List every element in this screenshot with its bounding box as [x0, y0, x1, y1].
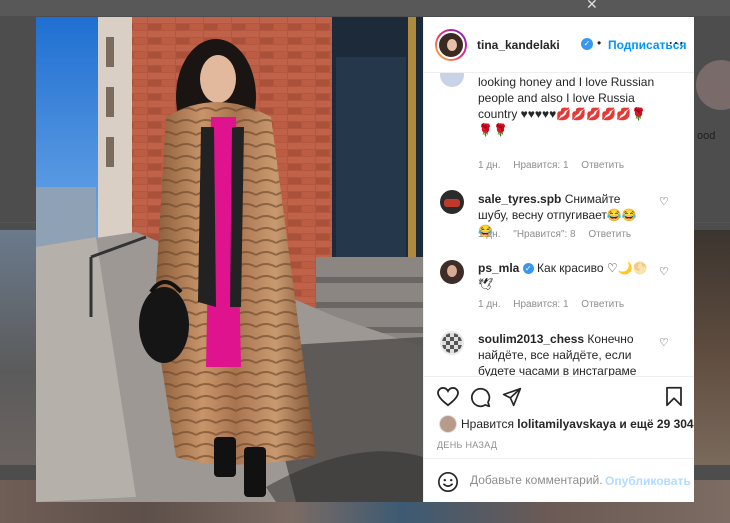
comment-avatar[interactable]	[440, 73, 464, 87]
emoji-icon[interactable]	[437, 471, 459, 493]
header-separator: •	[597, 36, 602, 50]
post-sidebar: tina_kandelaki ✓ • Подписаться ⋯ looking…	[423, 17, 694, 502]
background-post-thumbnail[interactable]	[693, 230, 730, 465]
comment-likes[interactable]: Нравится: 1	[513, 299, 568, 310]
comments-list[interactable]: looking honey and I love Russian people …	[424, 73, 694, 376]
comment-input[interactable]	[470, 473, 602, 487]
comment-meta: 1 дн. Нравится: 1 Ответить	[478, 299, 634, 310]
liker-avatar[interactable]	[439, 415, 457, 433]
likes-summary[interactable]: Нравится lolitamilyavskaya и ещё 29 304	[461, 417, 694, 431]
comment-avatar[interactable]	[440, 331, 464, 355]
background-story-avatar[interactable]	[696, 60, 730, 110]
comment-time[interactable]: 1 дн.	[478, 229, 500, 240]
background-story-label: ood	[697, 130, 716, 142]
comment-likes[interactable]: Нравится: 1	[513, 160, 568, 171]
comment-meta: 1 дн. "Нравится": 8 Ответить	[478, 229, 641, 240]
like-comment-icon[interactable]: ♡	[659, 195, 669, 208]
comment-time[interactable]: 1 дн.	[478, 299, 500, 310]
like-comment-icon[interactable]: ♡	[659, 265, 669, 278]
comment-body: ps_mla ✓ Как красиво ♡🌙🌕🕊	[478, 260, 650, 292]
background-post-thumbnail[interactable]	[0, 230, 36, 465]
verified-badge-icon: ✓	[522, 263, 534, 275]
comment-avatar[interactable]	[440, 260, 464, 284]
comment-reply-button[interactable]: Ответить	[588, 229, 631, 240]
likes-prefix: Нравится	[461, 417, 514, 431]
author-avatar[interactable]	[435, 29, 467, 61]
post-actions: Нравится lolitamilyavskaya и ещё 29 304 …	[424, 376, 694, 503]
comment-icon[interactable]	[470, 387, 491, 408]
post-modal: tina_kandelaki ✓ • Подписаться ⋯ looking…	[36, 17, 694, 502]
heart-icon[interactable]	[437, 387, 459, 407]
verified-badge-icon: ✓	[581, 38, 593, 50]
comment-reply-button[interactable]: Ответить	[581, 160, 624, 171]
comment-body: soulim2013_chess Конечно найдёте, все на…	[478, 331, 650, 376]
likes-user[interactable]: lolitamilyavskaya	[517, 417, 616, 431]
publish-comment-button[interactable]: Опубликовать	[605, 474, 691, 488]
post-photo-image	[36, 17, 423, 502]
close-icon[interactable]: ✕	[586, 0, 598, 13]
more-options-icon[interactable]: ⋯	[668, 33, 685, 53]
like-comment-icon[interactable]: ♡	[659, 336, 669, 349]
author-username[interactable]: tina_kandelaki	[477, 38, 560, 52]
share-icon[interactable]	[502, 387, 522, 407]
background-topbar	[0, 0, 730, 16]
comment-likes[interactable]: "Нравится": 8	[513, 229, 575, 240]
post-photo[interactable]	[36, 17, 423, 502]
post-header: tina_kandelaki ✓ • Подписаться ⋯	[424, 17, 694, 73]
comment-username[interactable]: ps_mla	[478, 261, 519, 275]
comment-time[interactable]: 1 дн.	[478, 160, 500, 171]
add-comment-bar: Опубликовать	[424, 458, 694, 504]
comment-text: looking honey and I love Russian people …	[478, 75, 655, 137]
comment-meta: 1 дн. Нравится: 1 Ответить	[478, 160, 634, 171]
comment-reply-button[interactable]: Ответить	[581, 299, 624, 310]
likes-count[interactable]: и ещё 29 304	[619, 417, 693, 431]
post-timestamp[interactable]: День назад	[437, 440, 497, 450]
bookmark-icon[interactable]	[665, 386, 683, 407]
comment-avatar[interactable]	[440, 190, 464, 214]
comment-username[interactable]: soulim2013_chess	[478, 332, 584, 346]
comment-username[interactable]: sale_tyres.spb	[478, 192, 561, 206]
